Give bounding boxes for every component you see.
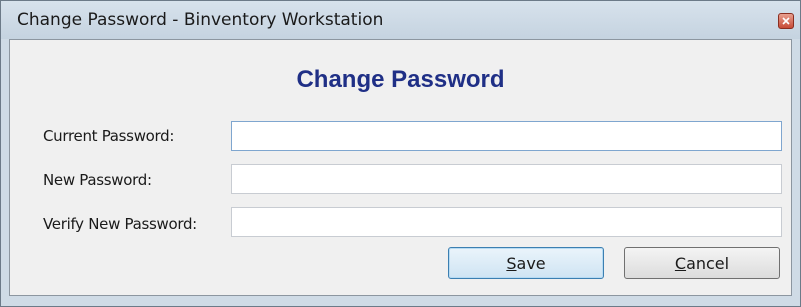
dialog-body: Change Password Current Password: New Pa… xyxy=(9,39,792,296)
new-password-input[interactable] xyxy=(231,164,782,194)
current-password-input[interactable] xyxy=(231,121,782,151)
save-label-rest: ave xyxy=(516,253,546,273)
form-heading: Change Password xyxy=(296,66,505,93)
cancel-label-rest: ancel xyxy=(686,253,730,273)
verify-new-password-label: Verify New Password: xyxy=(43,215,197,233)
dialog-window: Change Password - Binventory Workstation… xyxy=(0,0,801,307)
current-password-label: Current Password: xyxy=(43,127,175,145)
save-button[interactable]: Save xyxy=(448,247,604,279)
save-access-key: S xyxy=(506,253,517,273)
verify-new-password-input[interactable] xyxy=(231,207,782,237)
close-x-icon xyxy=(782,17,790,25)
new-password-label: New Password: xyxy=(43,171,152,189)
window-title: Change Password - Binventory Workstation xyxy=(17,10,384,30)
cancel-button[interactable]: Cancel xyxy=(624,247,780,279)
title-bar[interactable]: Change Password - Binventory Workstation xyxy=(1,1,800,39)
cancel-access-key: C xyxy=(674,253,687,273)
close-button[interactable] xyxy=(778,13,794,29)
